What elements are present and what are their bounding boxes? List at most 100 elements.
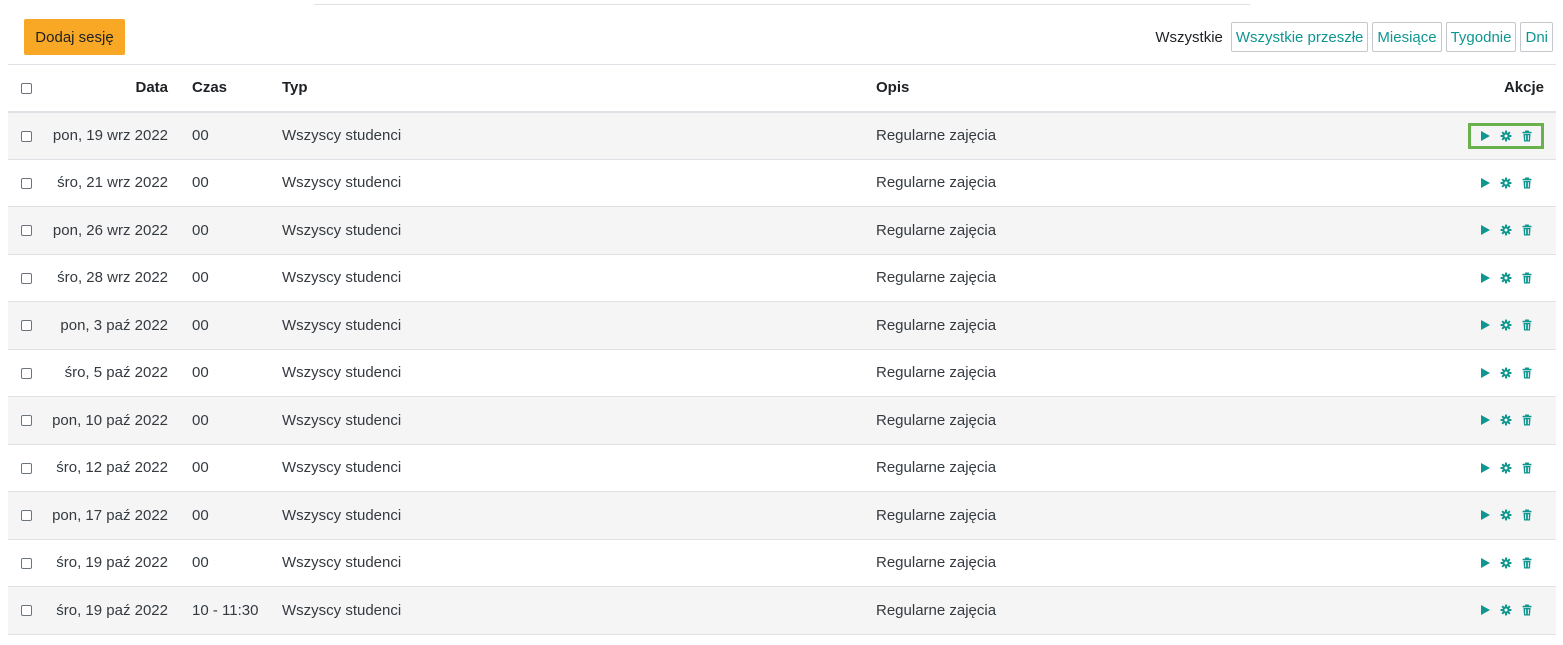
- row-checkbox[interactable]: [20, 130, 32, 142]
- trash-icon[interactable]: [1521, 130, 1533, 142]
- row-type: Wszyscy studenci: [282, 127, 402, 144]
- row-checkbox[interactable]: [20, 320, 32, 332]
- row-checkbox[interactable]: [20, 510, 32, 522]
- table-row: pon, 19 wrz 2022 00 Wszyscy studenci Regula…: [8, 111, 1556, 160]
- row-actions: [1424, 492, 1556, 540]
- play-icon[interactable]: [1479, 604, 1491, 616]
- row-description: Regularne zajęcia: [876, 601, 997, 619]
- gear-icon[interactable]: [1500, 367, 1512, 379]
- trash-icon[interactable]: [1521, 224, 1533, 236]
- gear-icon[interactable]: [1500, 557, 1512, 569]
- play-icon[interactable]: [1479, 367, 1491, 379]
- row-checkbox[interactable]: [20, 557, 32, 569]
- trash-icon[interactable]: [1521, 557, 1533, 569]
- row-checkbox[interactable]: [20, 272, 32, 284]
- gear-icon[interactable]: [1500, 509, 1512, 521]
- row-actions: [1424, 444, 1556, 492]
- row-checkbox[interactable]: [20, 462, 32, 474]
- row-select-cell: [8, 492, 44, 540]
- row-time: 00: [192, 269, 209, 287]
- row-type: Wszyscy studenci: [282, 601, 402, 619]
- gear-icon[interactable]: [1500, 224, 1512, 236]
- table-header-row: Data Czas Typ Opis Akcje: [8, 64, 1556, 112]
- row-checkbox[interactable]: [20, 367, 32, 379]
- row-actions-group: [1468, 407, 1544, 433]
- row-actions-group: [1468, 360, 1544, 386]
- trash-icon[interactable]: [1521, 462, 1533, 474]
- header-description: Opis: [876, 79, 910, 97]
- row-select-cell: [8, 159, 44, 207]
- row-date: pon, 10 paź 2022: [52, 411, 168, 429]
- row-description: Regularne zajęcia: [876, 459, 997, 477]
- row-type: Wszyscy studenci: [282, 364, 402, 382]
- table-row: pon, 10 paź 2022 00 Wszyscy studenci Regula…: [8, 396, 1556, 445]
- row-description: Regularne zajęcia: [876, 269, 997, 287]
- trash-icon[interactable]: [1521, 509, 1533, 521]
- row-type: Wszyscy studenci: [282, 506, 402, 524]
- row-description: Regularne zajęcia: [876, 316, 997, 334]
- trash-icon[interactable]: [1521, 367, 1533, 379]
- play-icon[interactable]: [1479, 224, 1491, 236]
- sessions-table: Data Czas Typ Opis Akcje pon, 19 wrz 202…: [8, 64, 1556, 635]
- row-checkbox[interactable]: [20, 177, 32, 189]
- gear-icon[interactable]: [1500, 272, 1512, 284]
- row-actions-group: [1468, 265, 1544, 291]
- header-date[interactable]: Data: [44, 65, 168, 112]
- gear-icon[interactable]: [1500, 319, 1512, 331]
- row-checkbox[interactable]: [20, 415, 32, 427]
- view-filter-bar: Wszystkie Wszystkie przeszłe Miesiące Ty…: [1155, 22, 1553, 52]
- play-icon[interactable]: [1479, 272, 1491, 284]
- header-type: Typ: [282, 79, 308, 97]
- row-date: śro, 21 wrz 2022: [57, 174, 168, 192]
- row-actions: [1424, 254, 1556, 302]
- row-actions-group: [1468, 455, 1544, 481]
- row-select-cell: [8, 539, 44, 587]
- row-actions: [1424, 302, 1556, 350]
- filter-all-past-button[interactable]: Wszystkie przeszłe: [1230, 22, 1369, 52]
- trash-icon[interactable]: [1521, 272, 1533, 284]
- row-actions: [1424, 112, 1556, 160]
- gear-icon[interactable]: [1500, 414, 1512, 426]
- row-actions-group: [1468, 217, 1544, 243]
- trash-icon[interactable]: [1521, 177, 1533, 189]
- play-icon[interactable]: [1479, 177, 1491, 189]
- select-all-cell: [8, 65, 44, 112]
- play-icon[interactable]: [1479, 130, 1491, 142]
- row-actions-group: [1468, 312, 1544, 338]
- select-all-checkbox[interactable]: [20, 82, 32, 94]
- row-actions-group: [1468, 550, 1544, 576]
- play-icon[interactable]: [1479, 462, 1491, 474]
- row-checkbox[interactable]: [20, 225, 32, 237]
- add-session-button[interactable]: Dodaj sesję: [24, 19, 125, 55]
- row-select-cell: [8, 397, 44, 445]
- row-select-cell: [8, 207, 44, 255]
- table-row: pon, 3 paź 2022 00 Wszyscy studenci Regular…: [8, 301, 1556, 350]
- play-icon[interactable]: [1479, 557, 1491, 569]
- row-actions: [1424, 587, 1556, 635]
- trash-icon[interactable]: [1521, 604, 1533, 616]
- gear-icon[interactable]: [1500, 462, 1512, 474]
- gear-icon[interactable]: [1500, 604, 1512, 616]
- play-icon[interactable]: [1479, 414, 1491, 426]
- filter-months-button[interactable]: Miesiące: [1372, 22, 1442, 52]
- table-row: śro, 21 wrz 2022 00 Wszyscy studenci Regula…: [8, 159, 1556, 207]
- row-type: Wszyscy studenci: [282, 411, 402, 429]
- row-type: Wszyscy studenci: [282, 459, 402, 477]
- trash-icon[interactable]: [1521, 319, 1533, 331]
- play-icon[interactable]: [1479, 509, 1491, 521]
- table-row: śro, 12 paź 2022 00 Wszyscy studenci Regula…: [8, 444, 1556, 492]
- row-time: 00: [192, 411, 209, 429]
- filter-weeks-button[interactable]: Tygodnie: [1445, 22, 1517, 52]
- row-actions-group: [1468, 597, 1544, 623]
- row-time: 00: [192, 174, 209, 192]
- row-checkbox[interactable]: [20, 605, 32, 617]
- row-actions: [1424, 159, 1556, 207]
- gear-icon[interactable]: [1500, 177, 1512, 189]
- row-description: Regularne zajęcia: [876, 364, 997, 382]
- trash-icon[interactable]: [1521, 414, 1533, 426]
- gear-icon[interactable]: [1500, 130, 1512, 142]
- play-icon[interactable]: [1479, 319, 1491, 331]
- row-date: śro, 28 wrz 2022: [57, 269, 168, 287]
- table-row: śro, 19 paź 2022 10 - 11:30 Wszyscy studen…: [8, 586, 1556, 635]
- filter-days-button[interactable]: Dni: [1520, 22, 1553, 52]
